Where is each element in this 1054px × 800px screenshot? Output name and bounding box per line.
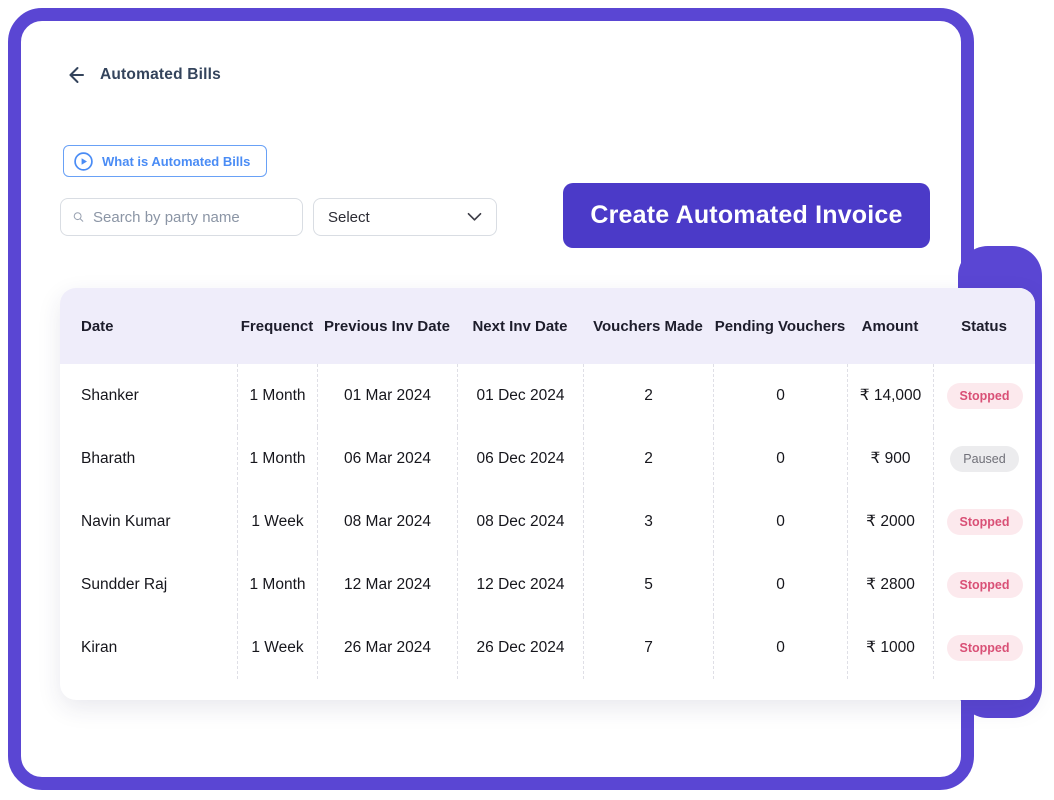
cell-amount: ₹ 2800 [847, 553, 933, 616]
table-body: Shanker1 Month01 Mar 202401 Dec 202420₹ … [60, 364, 1035, 679]
play-icon [74, 152, 93, 171]
column-header: Amount [847, 318, 933, 335]
page-header: Automated Bills [64, 64, 221, 86]
table-row[interactable]: Shanker1 Month01 Mar 202401 Dec 202420₹ … [60, 364, 1035, 427]
status-badge: Stopped [947, 383, 1023, 409]
filter-select-value: Select [328, 209, 370, 226]
status-badge: Stopped [947, 572, 1023, 598]
cell-date: Navin Kumar [60, 490, 237, 553]
page: Automated Bills What is Automated Bills … [0, 0, 1054, 800]
table-row[interactable]: Bharath1 Month06 Mar 202406 Dec 202420₹ … [60, 427, 1035, 490]
cell-pending-vouchers: 0 [713, 427, 847, 490]
column-header: Next Inv Date [457, 318, 583, 335]
column-header: Pending Vouchers [713, 318, 847, 335]
cell-previous-inv-date: 12 Mar 2024 [317, 553, 457, 616]
cell-next-inv-date: 26 Dec 2024 [457, 616, 583, 679]
column-header: Frequenct [237, 318, 317, 335]
cell-pending-vouchers: 0 [713, 490, 847, 553]
status-badge: Paused [950, 446, 1018, 472]
cell-amount: ₹ 1000 [847, 616, 933, 679]
cell-date: Sundder Raj [60, 553, 237, 616]
create-automated-invoice-button[interactable]: Create Automated Invoice [563, 183, 930, 248]
cell-vouchers-made: 3 [583, 490, 713, 553]
search-icon [73, 208, 84, 226]
automated-bills-table: DateFrequenctPrevious Inv DateNext Inv D… [60, 288, 1035, 700]
status-badge: Stopped [947, 635, 1023, 661]
filter-select[interactable]: Select [313, 198, 497, 236]
help-button-label: What is Automated Bills [102, 154, 250, 169]
cell-status: Stopped [933, 364, 1035, 427]
column-header: Status [933, 318, 1035, 335]
cell-previous-inv-date: 08 Mar 2024 [317, 490, 457, 553]
cell-vouchers-made: 2 [583, 364, 713, 427]
cell-pending-vouchers: 0 [713, 616, 847, 679]
page-title: Automated Bills [100, 66, 221, 84]
cell-status: Stopped [933, 616, 1035, 679]
cell-amount: ₹ 2000 [847, 490, 933, 553]
chevron-down-icon [467, 212, 482, 222]
cell-status: Paused [933, 427, 1035, 490]
table-row[interactable]: Sundder Raj1 Month12 Mar 202412 Dec 2024… [60, 553, 1035, 616]
cell-date: Kiran [60, 616, 237, 679]
column-header: Vouchers Made [583, 318, 713, 335]
cell-previous-inv-date: 26 Mar 2024 [317, 616, 457, 679]
table-row[interactable]: Navin Kumar1 Week08 Mar 202408 Dec 20243… [60, 490, 1035, 553]
cell-amount: ₹ 900 [847, 427, 933, 490]
cell-frequency: 1 Month [237, 364, 317, 427]
cell-frequency: 1 Week [237, 490, 317, 553]
cell-next-inv-date: 06 Dec 2024 [457, 427, 583, 490]
cell-vouchers-made: 7 [583, 616, 713, 679]
back-arrow-icon[interactable] [64, 64, 86, 86]
cell-amount: ₹ 14,000 [847, 364, 933, 427]
table-header-row: DateFrequenctPrevious Inv DateNext Inv D… [60, 288, 1035, 364]
cell-pending-vouchers: 0 [713, 553, 847, 616]
cell-date: Shanker [60, 364, 237, 427]
column-header: Date [60, 318, 237, 335]
cell-next-inv-date: 01 Dec 2024 [457, 364, 583, 427]
what-is-automated-bills-button[interactable]: What is Automated Bills [63, 145, 267, 177]
cell-frequency: 1 Week [237, 616, 317, 679]
table-row[interactable]: Kiran1 Week26 Mar 202426 Dec 202470₹ 100… [60, 616, 1035, 679]
search-input[interactable] [93, 209, 292, 226]
cell-previous-inv-date: 06 Mar 2024 [317, 427, 457, 490]
status-badge: Stopped [947, 509, 1023, 535]
cell-vouchers-made: 2 [583, 427, 713, 490]
cell-date: Bharath [60, 427, 237, 490]
cell-next-inv-date: 08 Dec 2024 [457, 490, 583, 553]
cell-previous-inv-date: 01 Mar 2024 [317, 364, 457, 427]
cell-frequency: 1 Month [237, 553, 317, 616]
column-header: Previous Inv Date [317, 318, 457, 335]
cell-frequency: 1 Month [237, 427, 317, 490]
search-box [60, 198, 303, 236]
cell-vouchers-made: 5 [583, 553, 713, 616]
cell-status: Stopped [933, 490, 1035, 553]
cell-pending-vouchers: 0 [713, 364, 847, 427]
cell-next-inv-date: 12 Dec 2024 [457, 553, 583, 616]
cell-status: Stopped [933, 553, 1035, 616]
